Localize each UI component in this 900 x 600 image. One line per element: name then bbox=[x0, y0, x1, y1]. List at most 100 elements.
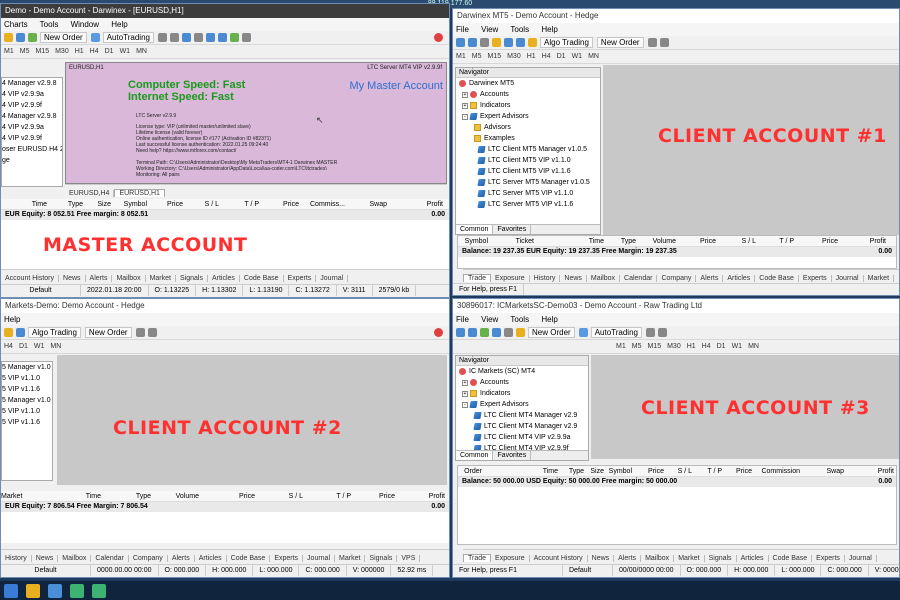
new-order-button[interactable]: New Order bbox=[40, 32, 87, 43]
menu-view[interactable]: View bbox=[481, 25, 498, 34]
tab-trade[interactable]: Trade bbox=[463, 554, 492, 562]
new-chart-icon[interactable] bbox=[456, 328, 465, 337]
tab-experts[interactable]: Experts bbox=[799, 275, 832, 282]
chart-tab-h4[interactable]: EURUSD,H4 bbox=[65, 190, 115, 197]
expand-icon[interactable]: + bbox=[462, 390, 468, 397]
col-profit[interactable]: Profit bbox=[838, 238, 886, 245]
tf-h4[interactable]: H4 bbox=[4, 343, 13, 350]
menu-view[interactable]: View bbox=[481, 315, 498, 324]
tab-calendar[interactable]: Calendar bbox=[91, 555, 129, 562]
tab-code-base[interactable]: Code Base bbox=[769, 555, 813, 562]
tab-code-base[interactable]: Code Base bbox=[240, 275, 284, 282]
tab-account-history[interactable]: Account History bbox=[530, 555, 588, 562]
tf-h4[interactable]: H4 bbox=[542, 53, 551, 60]
col-price[interactable]: Price bbox=[199, 493, 255, 500]
nav-item[interactable]: 4 Manager v2.9.8 bbox=[2, 78, 62, 89]
market-icon[interactable] bbox=[28, 33, 37, 42]
tf-d1[interactable]: D1 bbox=[717, 343, 726, 350]
col-tp[interactable]: T / P bbox=[219, 201, 259, 208]
menu-charts[interactable]: Charts bbox=[4, 20, 28, 29]
tf-h1[interactable]: H1 bbox=[687, 343, 696, 350]
tab-signals[interactable]: Signals bbox=[365, 555, 398, 562]
tf-h1[interactable]: H1 bbox=[75, 48, 84, 55]
menu-help[interactable]: Help bbox=[541, 25, 557, 34]
mt5-icon[interactable] bbox=[70, 583, 84, 598]
tab-exposure[interactable]: Exposure bbox=[491, 555, 530, 562]
tf-m5[interactable]: M5 bbox=[632, 343, 642, 350]
col-price2[interactable]: Price bbox=[722, 468, 752, 475]
new-order-button[interactable]: New Order bbox=[84, 327, 132, 338]
tab-code-base[interactable]: Code Base bbox=[227, 555, 271, 562]
col-market[interactable]: Market bbox=[1, 493, 22, 500]
tab-alerts[interactable]: Alerts bbox=[168, 555, 195, 562]
nav-item[interactable]: 5 VIP v1.1.0 bbox=[2, 373, 52, 384]
tab-history[interactable]: History bbox=[1, 555, 32, 562]
col-size[interactable]: Size bbox=[584, 468, 604, 475]
chart-icon[interactable] bbox=[16, 33, 25, 42]
zoom-out-icon[interactable] bbox=[147, 328, 157, 337]
expand-icon[interactable]: + bbox=[462, 379, 468, 386]
col-price2[interactable]: Price bbox=[259, 201, 299, 208]
template-icon[interactable] bbox=[217, 33, 227, 42]
col-sl[interactable]: S / L bbox=[183, 201, 219, 208]
tester-icon[interactable] bbox=[516, 328, 525, 337]
col-volume[interactable]: Volume bbox=[151, 493, 199, 500]
cloud-icon[interactable] bbox=[504, 38, 513, 47]
tab-alerts[interactable]: Alerts bbox=[696, 275, 724, 282]
tab-journal[interactable]: Journal bbox=[316, 275, 349, 282]
start-icon[interactable] bbox=[4, 583, 18, 598]
tab-calendar[interactable]: Calendar bbox=[620, 275, 658, 282]
col-type[interactable]: Type bbox=[558, 468, 584, 475]
tab-news[interactable]: News bbox=[588, 555, 615, 562]
col-time[interactable]: Time bbox=[11, 493, 101, 500]
tf-d1[interactable]: D1 bbox=[19, 343, 28, 350]
indicators-icon[interactable] bbox=[229, 33, 239, 42]
nav-tab-favorites[interactable]: Favorites bbox=[493, 451, 532, 460]
tf-m5[interactable]: M5 bbox=[472, 53, 482, 60]
cloud-icon[interactable] bbox=[16, 328, 25, 337]
col-price2[interactable]: Price bbox=[351, 493, 395, 500]
col-tp[interactable]: T / P bbox=[303, 493, 351, 500]
col-time[interactable]: Time bbox=[534, 238, 604, 245]
nav-tab-common[interactable]: Common bbox=[456, 225, 494, 234]
tile-icon[interactable] bbox=[181, 33, 191, 42]
menu-help[interactable]: Help bbox=[111, 20, 127, 29]
nav-item[interactable]: 4 VIP v2.9.9a bbox=[2, 122, 62, 133]
signals-icon[interactable] bbox=[516, 38, 525, 47]
nav-ea-item[interactable]: LTC Client MT5 VIP v1.1.6 bbox=[456, 166, 600, 177]
new-order-button[interactable]: New Order bbox=[596, 37, 644, 48]
tf-m15[interactable]: M15 bbox=[35, 48, 49, 55]
notification-icon[interactable] bbox=[434, 33, 443, 42]
lock-icon[interactable] bbox=[528, 38, 537, 47]
col-commission[interactable]: Commission bbox=[752, 468, 800, 475]
autotrading-button[interactable]: AutoTrading bbox=[102, 32, 154, 43]
tab-alerts[interactable]: Alerts bbox=[86, 275, 113, 282]
col-time[interactable]: Time bbox=[482, 468, 558, 475]
tf-mn[interactable]: MN bbox=[748, 343, 759, 350]
algo-trading-button[interactable]: Algo Trading bbox=[28, 327, 81, 338]
tf-m1[interactable]: M1 bbox=[4, 48, 14, 55]
nav-ea-item[interactable]: LTC Client MT5 Manager v1.0.5 bbox=[456, 144, 600, 155]
col-time[interactable]: Time bbox=[1, 201, 47, 208]
tf-mn[interactable]: MN bbox=[50, 343, 61, 350]
tf-m15[interactable]: M15 bbox=[647, 343, 661, 350]
expand-icon[interactable]: + bbox=[462, 91, 468, 98]
tf-m30[interactable]: M30 bbox=[55, 48, 69, 55]
nav-root[interactable]: Darwinex MT5 bbox=[456, 78, 600, 89]
nav-experts[interactable]: - Expert Advisors bbox=[456, 399, 588, 410]
nav-item[interactable]: 5 VIP v1.1.0 bbox=[2, 406, 52, 417]
nav-advisors[interactable]: Advisors bbox=[456, 122, 600, 133]
col-sl[interactable]: S / L bbox=[664, 468, 692, 475]
zoom-out-icon[interactable] bbox=[169, 33, 179, 42]
col-type[interactable]: Type bbox=[101, 493, 151, 500]
col-sl[interactable]: S / L bbox=[255, 493, 303, 500]
tf-h4[interactable]: H4 bbox=[90, 48, 99, 55]
arrow-icon[interactable] bbox=[480, 38, 489, 47]
col-profit[interactable]: Profit bbox=[387, 201, 443, 208]
col-type[interactable]: Type bbox=[604, 238, 636, 245]
tf-mn[interactable]: MN bbox=[588, 53, 599, 60]
menu-help[interactable]: Help bbox=[541, 315, 557, 324]
zoom-out-icon[interactable] bbox=[657, 328, 667, 337]
col-price[interactable]: Price bbox=[632, 468, 664, 475]
nav-examples[interactable]: Examples bbox=[456, 133, 600, 144]
